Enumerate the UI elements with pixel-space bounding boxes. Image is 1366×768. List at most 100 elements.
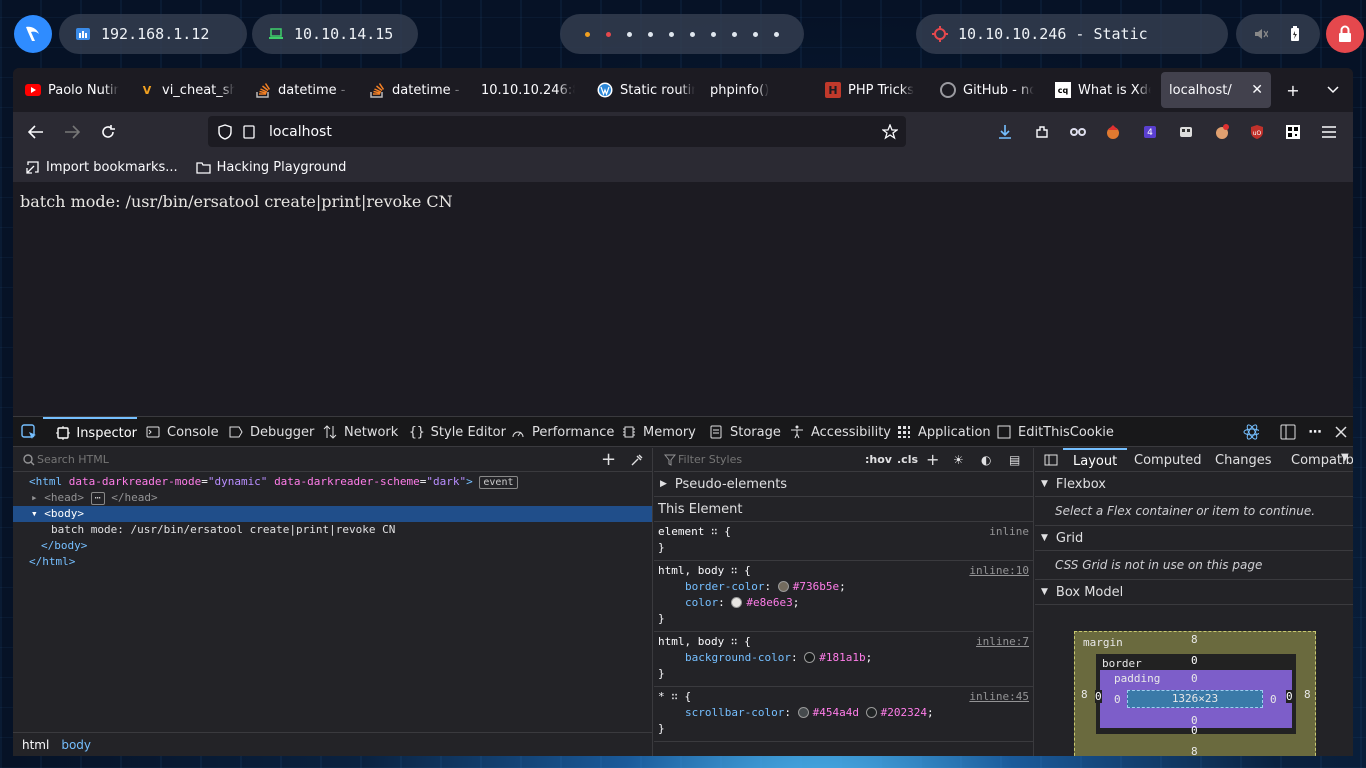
tab-4[interactable]: 10.10.10.246:8 bbox=[473, 72, 583, 108]
muted-speaker-icon[interactable] bbox=[1254, 26, 1268, 42]
forward-icon[interactable] bbox=[58, 118, 86, 146]
kali-logo-icon[interactable] bbox=[14, 15, 52, 53]
vpn-ip-widget[interactable]: 10.10.14.15 bbox=[252, 14, 418, 54]
downloads-icon[interactable] bbox=[991, 118, 1019, 146]
tab-6[interactable]: phpinfo() bbox=[702, 72, 812, 108]
collapsed-badge[interactable]: ⋯ bbox=[90, 492, 105, 505]
workspace-dot[interactable] bbox=[627, 31, 632, 37]
tab-computed[interactable]: Computed bbox=[1134, 448, 1202, 472]
border-top[interactable]: 0 bbox=[1191, 654, 1198, 667]
css-declaration[interactable]: scrollbar-color: #454a4d #202324; bbox=[658, 705, 1029, 721]
element-picker-icon[interactable] bbox=[21, 424, 37, 440]
color-swatch[interactable] bbox=[777, 581, 789, 592]
head-node[interactable]: ▸ <head> ⋯ </head> bbox=[13, 490, 652, 506]
workspace-dot[interactable] bbox=[732, 31, 737, 37]
rule-selector[interactable]: html, body ∷ { bbox=[658, 563, 751, 579]
tab-0[interactable]: Paolo Nutini bbox=[17, 72, 127, 108]
hov-toggle[interactable]: :hov bbox=[865, 453, 892, 466]
css-declaration[interactable]: border-color: #736b5e; bbox=[658, 579, 1029, 595]
more-tabs-icon[interactable]: ▼ bbox=[1341, 452, 1349, 463]
tab-storage[interactable]: Storage bbox=[708, 417, 781, 447]
ublock-icon[interactable]: uO bbox=[1243, 118, 1271, 146]
battery-icon[interactable] bbox=[1288, 26, 1302, 42]
local-ip-widget[interactable]: 192.168.1.12 bbox=[59, 14, 247, 54]
border-left[interactable]: 0 bbox=[1095, 690, 1102, 703]
close-devtools-icon[interactable] bbox=[1333, 424, 1349, 440]
workspace-dot[interactable] bbox=[753, 31, 758, 37]
flexbox-header[interactable]: ▼ Flexbox bbox=[1035, 472, 1353, 497]
more-options-icon[interactable]: ⋯ bbox=[1307, 424, 1323, 440]
workspace-dot[interactable] bbox=[606, 31, 611, 37]
tab-7[interactable]: H PHP Tricks bbox=[817, 72, 927, 108]
margin-bottom[interactable]: 8 bbox=[1191, 745, 1198, 756]
body-text-node[interactable]: batch mode: /usr/bin/ersatool create|pri… bbox=[13, 522, 652, 538]
tab-accessibility[interactable]: Accessibility bbox=[789, 417, 891, 447]
color-swatch[interactable] bbox=[804, 652, 816, 663]
css-rule[interactable]: * ∷ { inline:45 scrollbar-color: #454a4d #… bbox=[654, 687, 1033, 742]
box-model-border[interactable]: border 0 padding 0 0 0 0 1326×23 0 0 0 bbox=[1095, 654, 1296, 737]
tab-performance[interactable]: Performance bbox=[510, 417, 614, 447]
filter-styles-input[interactable] bbox=[678, 453, 858, 466]
page-info-icon[interactable] bbox=[241, 124, 257, 140]
margin-right[interactable]: 8 bbox=[1304, 688, 1311, 701]
border-right[interactable]: 0 bbox=[1286, 690, 1293, 703]
wappalyzer-icon[interactable] bbox=[1208, 118, 1236, 146]
rule-selector[interactable]: element ∷ { bbox=[658, 524, 731, 540]
workspace-dot[interactable] bbox=[774, 31, 779, 37]
light-mode-icon[interactable]: ☀ bbox=[953, 453, 964, 467]
box-model-header[interactable]: ▼ Box Model bbox=[1035, 580, 1353, 605]
tab-5[interactable]: Static routing bbox=[589, 72, 703, 108]
bookmark-star-icon[interactable] bbox=[882, 123, 898, 140]
workspace-dot[interactable] bbox=[711, 31, 716, 37]
css-declaration[interactable]: color: #e8e6e3; bbox=[658, 595, 1029, 611]
breadcrumb-body[interactable]: body bbox=[61, 738, 91, 752]
rule-source-link[interactable]: inline:10 bbox=[969, 563, 1029, 579]
tab-8[interactable]: GitHub - nqn bbox=[932, 72, 1042, 108]
tab-style-editor[interactable]: {} Style Editor bbox=[409, 417, 506, 447]
cls-toggle[interactable]: .cls bbox=[897, 453, 918, 466]
margin-top[interactable]: 8 bbox=[1191, 633, 1198, 646]
back-icon[interactable] bbox=[22, 118, 50, 146]
tab-network[interactable]: Network bbox=[322, 417, 398, 447]
tab-10-active[interactable]: localhost/✕ bbox=[1161, 72, 1271, 108]
css-rule[interactable]: html, body ∷ {inline:7 background-color: … bbox=[654, 632, 1033, 687]
color-swatch[interactable] bbox=[797, 707, 809, 718]
box-model-padding[interactable]: padding 0 0 0 0 1326×23 bbox=[1100, 670, 1292, 728]
event-badge[interactable]: event bbox=[479, 476, 518, 489]
tab-2[interactable]: datetime - Py bbox=[247, 72, 357, 108]
workspace-dot[interactable] bbox=[648, 31, 653, 37]
list-tabs-icon[interactable] bbox=[1319, 76, 1347, 104]
html-node[interactable]: <html data-darkreader-mode="dynamic" dat… bbox=[13, 474, 652, 490]
url-bar[interactable]: localhost bbox=[208, 116, 906, 147]
tab-console[interactable]: Console bbox=[145, 417, 219, 447]
border-bottom[interactable]: 0 bbox=[1191, 724, 1198, 737]
tab-layout[interactable]: Layout bbox=[1063, 448, 1128, 472]
print-media-icon[interactable]: ▤ bbox=[1009, 453, 1020, 467]
body-node-selected[interactable]: ▾ <body> bbox=[13, 506, 652, 522]
new-tab-icon[interactable]: + bbox=[1279, 76, 1307, 104]
tab-changes[interactable]: Changes bbox=[1215, 448, 1272, 472]
box-model-content[interactable]: 1326×23 bbox=[1127, 690, 1263, 708]
tab-9[interactable]: cqWhat is Xdeb bbox=[1047, 72, 1159, 108]
padding-right[interactable]: 0 bbox=[1270, 693, 1277, 706]
padding-top[interactable]: 0 bbox=[1191, 672, 1198, 685]
workspace-dot[interactable] bbox=[669, 31, 674, 37]
react-atom-icon[interactable] bbox=[1243, 424, 1259, 440]
rule-selector[interactable]: * ∷ { bbox=[658, 689, 691, 705]
import-bookmarks-item[interactable]: Import bookmarks... bbox=[25, 159, 178, 175]
rule-source-link[interactable]: inline:7 bbox=[976, 634, 1029, 650]
add-rule-icon[interactable]: + bbox=[926, 450, 939, 469]
target-ip-widget[interactable]: 10.10.10.246 - Static bbox=[916, 14, 1228, 54]
color-swatch[interactable] bbox=[865, 707, 877, 718]
rule-source-link[interactable]: inline:45 bbox=[969, 689, 1029, 705]
cookie-extension-icon[interactable] bbox=[1099, 118, 1127, 146]
bookmark-folder-hacking[interactable]: Hacking Playground bbox=[196, 159, 346, 175]
tab-memory[interactable]: Memory bbox=[621, 417, 696, 447]
tab-debugger[interactable]: Debugger bbox=[228, 417, 314, 447]
eyedropper-icon[interactable] bbox=[629, 452, 645, 468]
workspace-switcher[interactable] bbox=[560, 14, 804, 54]
tab-application[interactable]: Application bbox=[896, 417, 991, 447]
qr-code-icon[interactable] bbox=[1279, 118, 1307, 146]
rule-selector[interactable]: html, body ∷ { bbox=[658, 634, 751, 650]
pseudo-elements-header[interactable]: ▶ Pseudo-elements bbox=[654, 472, 1033, 497]
